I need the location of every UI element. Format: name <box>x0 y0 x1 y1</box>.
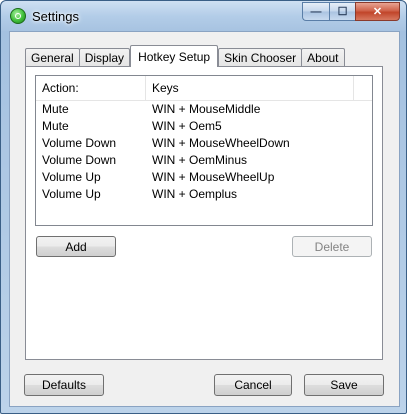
list-item[interactable]: Mute WIN + MouseMiddle <box>36 101 372 118</box>
list-item[interactable]: Volume Up WIN + Oemplus <box>36 186 372 203</box>
title-bar[interactable]: Settings — ☐ ✕ <box>1 1 406 31</box>
keys-cell: WIN + Oemplus <box>152 187 238 201</box>
hotkey-rows: Mute WIN + MouseMiddle Mute WIN + Oem5 V… <box>36 101 372 203</box>
action-cell: Mute <box>42 119 69 133</box>
delete-button[interactable]: Delete <box>292 236 372 257</box>
column-header-action[interactable]: Action: <box>36 76 146 100</box>
list-item[interactable]: Volume Down WIN + OemMinus <box>36 152 372 169</box>
hotkey-list[interactable]: Action: Keys Mute WIN + MouseMiddle Mute… <box>35 75 373 226</box>
window-title: Settings <box>32 9 79 24</box>
hotkey-setup-panel: Action: Keys Mute WIN + MouseMiddle Mute… <box>25 66 383 360</box>
keys-cell: WIN + MouseWheelDown <box>152 136 290 150</box>
close-button[interactable]: ✕ <box>355 2 400 21</box>
maximize-icon: ☐ <box>337 6 348 18</box>
action-cell: Volume Down <box>42 136 117 150</box>
minimize-button[interactable]: — <box>302 2 329 21</box>
cancel-button[interactable]: Cancel <box>214 374 292 396</box>
tab-strip: General Display Hotkey Setup Skin Choose… <box>25 45 345 67</box>
tab-display[interactable]: Display <box>78 48 131 67</box>
tab-label: Hotkey Setup <box>138 49 211 64</box>
tab-label: Skin Chooser <box>224 51 297 65</box>
app-icon <box>10 8 26 24</box>
tab-label: General <box>31 51 74 65</box>
close-icon: ✕ <box>372 6 383 18</box>
keys-cell: WIN + Oem5 <box>152 119 222 133</box>
action-cell: Volume Up <box>42 187 101 201</box>
list-item[interactable]: Volume Up WIN + MouseWheelUp <box>36 169 372 186</box>
action-cell: Volume Up <box>42 170 101 184</box>
list-item[interactable]: Volume Down WIN + MouseWheelDown <box>36 135 372 152</box>
hotkey-list-header: Action: Keys <box>36 76 372 101</box>
keys-cell: WIN + OemMinus <box>152 153 248 167</box>
tab-about[interactable]: About <box>301 48 345 67</box>
tab-general[interactable]: General <box>25 48 80 67</box>
add-button[interactable]: Add <box>36 236 116 257</box>
column-header-keys[interactable]: Keys <box>146 76 354 100</box>
keys-cell: WIN + MouseMiddle <box>152 102 261 116</box>
list-item[interactable]: Mute WIN + Oem5 <box>36 118 372 135</box>
keys-cell: WIN + MouseWheelUp <box>152 170 275 184</box>
maximize-button[interactable]: ☐ <box>329 2 355 21</box>
settings-window: Settings — ☐ ✕ General Display Hotkey Se… <box>0 0 407 414</box>
save-button[interactable]: Save <box>304 374 384 396</box>
tab-label: About <box>307 51 339 65</box>
minimize-icon: — <box>310 5 322 18</box>
tab-skin-chooser[interactable]: Skin Chooser <box>218 48 303 67</box>
caption-buttons: — ☐ ✕ <box>302 2 400 22</box>
defaults-button[interactable]: Defaults <box>24 374 104 396</box>
action-cell: Mute <box>42 102 69 116</box>
tab-label: Display <box>84 51 125 65</box>
tab-hotkey-setup[interactable]: Hotkey Setup <box>130 45 219 67</box>
action-cell: Volume Down <box>42 153 117 167</box>
client-area: General Display Hotkey Setup Skin Choose… <box>9 31 400 407</box>
